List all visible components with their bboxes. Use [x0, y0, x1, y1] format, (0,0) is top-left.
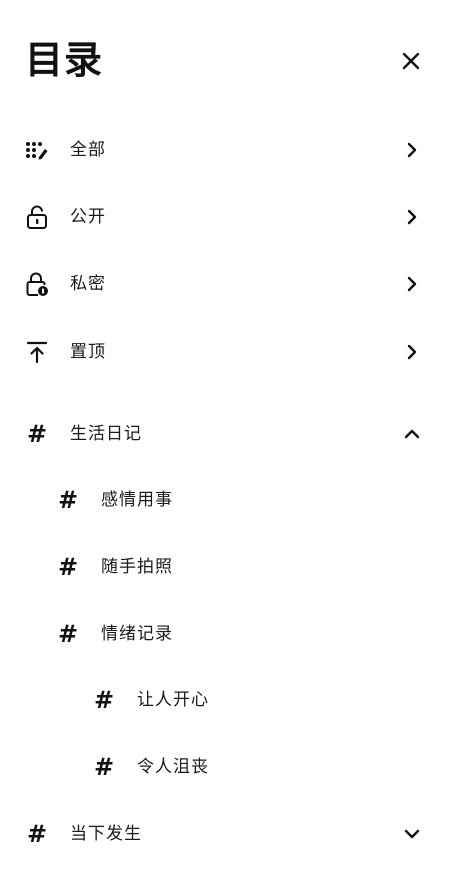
unlock-icon [25, 205, 49, 229]
chevron-right-icon [402, 207, 422, 227]
menu-item-pinned[interactable]: 置顶 [0, 330, 450, 374]
pin-top-icon [25, 340, 49, 364]
hash-icon: # [93, 686, 115, 714]
tag-label: 感情用事 [101, 490, 173, 510]
menu-item-label: 公开 [70, 207, 106, 227]
menu-item-public[interactable]: 公开 [0, 195, 450, 239]
chevron-right-icon [402, 274, 422, 294]
tag-label: 情绪记录 [101, 624, 173, 644]
tag-label: 让人开心 [137, 690, 209, 710]
tag-group-happening-now[interactable]: # 当下发生 [0, 812, 450, 856]
tag-label: 当下发生 [70, 824, 142, 844]
hash-icon: # [57, 620, 79, 648]
tag-label: 生活日记 [70, 424, 142, 444]
chevron-right-icon [402, 342, 422, 362]
tag-item-snapshots[interactable]: # 随手拍照 [0, 545, 450, 589]
tag-label: 随手拍照 [101, 557, 173, 577]
hash-icon: # [57, 553, 79, 581]
menu-item-label: 置顶 [70, 342, 106, 362]
tag-item-frustrating[interactable]: # 令人沮丧 [0, 745, 450, 789]
lock-icon [25, 272, 49, 296]
chevron-down-icon[interactable] [402, 824, 422, 844]
menu-item-all[interactable]: 全部 [0, 128, 450, 172]
tag-label: 令人沮丧 [137, 757, 209, 777]
chevron-up-icon[interactable] [402, 424, 422, 444]
hash-icon: # [26, 420, 48, 448]
chevron-right-icon [402, 140, 422, 160]
menu-item-private[interactable]: 私密 [0, 262, 450, 306]
grid-edit-icon [25, 138, 49, 162]
page-title: 目录 [25, 37, 104, 82]
tag-item-happy[interactable]: # 让人开心 [0, 678, 450, 722]
close-button[interactable] [398, 48, 424, 74]
menu-item-label: 私密 [70, 274, 106, 294]
hash-icon: # [26, 820, 48, 848]
tag-item-mood-log[interactable]: # 情绪记录 [0, 612, 450, 656]
hash-icon: # [57, 486, 79, 514]
close-icon [402, 52, 420, 70]
tag-item-emotions[interactable]: # 感情用事 [0, 478, 450, 522]
hash-icon: # [93, 753, 115, 781]
tag-group-life-diary[interactable]: # 生活日记 [0, 412, 450, 456]
menu-item-label: 全部 [70, 140, 106, 160]
